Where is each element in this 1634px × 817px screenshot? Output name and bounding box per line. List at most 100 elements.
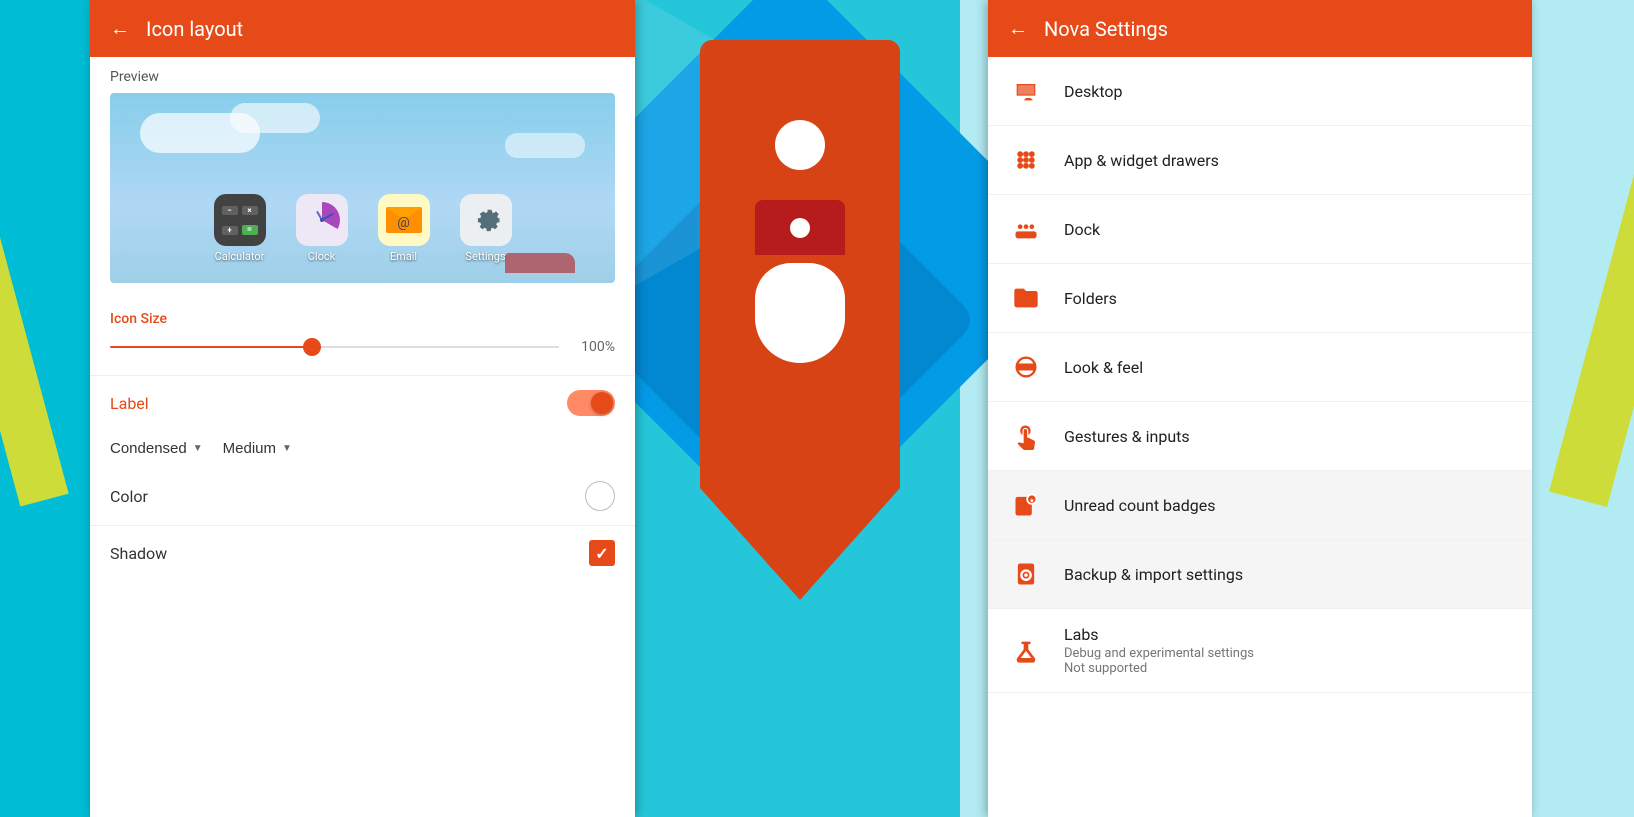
settings-item-folders[interactable]: Folders <box>988 264 1532 333</box>
color-label: Color <box>110 487 148 506</box>
gestures-text: Gestures & inputs <box>1064 427 1512 446</box>
nova-rect-bottom <box>755 263 845 363</box>
grid-icon <box>1008 142 1044 178</box>
settings-item-unread-badges[interactable]: ★ Unread count badges <box>988 471 1532 540</box>
gestures-icon <box>1008 418 1044 454</box>
calc-times: × <box>242 206 258 215</box>
dock-svg <box>1012 215 1040 243</box>
style-dropdown[interactable]: Condensed ▼ <box>110 436 203 461</box>
size-dropdown[interactable]: Medium ▼ <box>223 436 292 461</box>
right-panel: ← Nova Settings Desktop <box>988 0 1532 817</box>
look-svg <box>1012 353 1040 381</box>
backup-title: Backup & import settings <box>1064 565 1512 584</box>
settings-icon-box <box>460 194 512 246</box>
gestures-title: Gestures & inputs <box>1064 427 1512 446</box>
nova-logo-inner <box>755 120 845 363</box>
folders-title: Folders <box>1064 289 1512 308</box>
nova-back-button[interactable]: ← <box>1008 16 1028 41</box>
icon-layout-header: ← Icon layout <box>90 0 635 57</box>
nova-icon-body <box>755 200 845 363</box>
look-icon <box>1008 349 1044 385</box>
email-envelope: @ <box>386 207 422 233</box>
preview-icon-email: @ Email <box>378 194 430 263</box>
app-drawers-title: App & widget drawers <box>1064 151 1512 170</box>
back-button[interactable]: ← <box>110 16 130 41</box>
icon-layout-title: Icon layout <box>146 17 243 41</box>
look-feel-title: Look & feel <box>1064 358 1512 377</box>
preview-icon-clock: Clock <box>296 194 348 263</box>
clock-center <box>320 218 324 222</box>
gestures-svg <box>1012 422 1040 450</box>
unread-badges-text: Unread count badges <box>1064 496 1512 515</box>
dock-title: Dock <box>1064 220 1512 239</box>
cloud-2 <box>230 103 320 133</box>
labs-subtitle: Debug and experimental settingsNot suppo… <box>1064 646 1512 676</box>
clock-icon-box <box>296 194 348 246</box>
email-at-sign: @ <box>397 215 410 231</box>
unread-badges-title: Unread count badges <box>1064 496 1512 515</box>
nova-dot <box>790 218 810 238</box>
labs-icon <box>1008 633 1044 669</box>
nova-settings-title: Nova Settings <box>1044 17 1168 41</box>
style-dropdown-value: Condensed <box>110 440 187 457</box>
calc-plus: + <box>222 226 238 235</box>
toggle-thumb <box>591 392 613 414</box>
app-drawers-text: App & widget drawers <box>1064 151 1512 170</box>
desktop-text: Desktop <box>1064 82 1512 101</box>
shadow-label: Shadow <box>110 544 167 563</box>
labs-svg <box>1012 637 1040 665</box>
preview-icons-row: − × + = Calculator <box>110 194 615 263</box>
label-toggle-label: Label <box>110 394 149 413</box>
preview-area: − × + = Calculator <box>110 93 615 283</box>
left-panel: ← Icon layout Preview − × + = <box>90 0 635 817</box>
settings-item-gestures[interactable]: Gestures & inputs <box>988 402 1532 471</box>
email-icon-box: @ <box>378 194 430 246</box>
shadow-checkbox[interactable]: ✓ <box>589 540 615 566</box>
calc-minus: − <box>222 206 238 215</box>
labs-title: Labs <box>1064 625 1512 644</box>
checkmark-icon: ✓ <box>595 544 608 563</box>
label-toggle-row[interactable]: Label <box>90 380 635 426</box>
size-dropdown-arrow: ▼ <box>282 443 292 454</box>
dock-icon <box>1008 211 1044 247</box>
backup-icon <box>1008 556 1044 592</box>
preview-label: Preview <box>110 69 615 85</box>
shadow-row: Shadow ✓ <box>90 530 635 576</box>
desktop-icon <box>1008 73 1044 109</box>
desktop-title: Desktop <box>1064 82 1512 101</box>
cloud-3 <box>505 133 585 158</box>
badge-icon: ★ <box>1008 487 1044 523</box>
icon-size-title: Icon Size <box>110 311 615 327</box>
slider-thumb[interactable] <box>303 338 321 356</box>
dropdown-row: Condensed ▼ Medium ▼ <box>90 426 635 471</box>
settings-list: Desktop App & widget drawers <box>988 57 1532 817</box>
folders-svg <box>1012 284 1040 312</box>
settings-item-dock[interactable]: Dock <box>988 195 1532 264</box>
gear-svg <box>468 202 504 238</box>
labs-text: Labs Debug and experimental settingsNot … <box>1064 625 1512 676</box>
look-feel-text: Look & feel <box>1064 358 1512 377</box>
nova-rect-top <box>755 200 845 255</box>
folders-icon <box>1008 280 1044 316</box>
settings-item-labs[interactable]: Labs Debug and experimental settingsNot … <box>988 609 1532 693</box>
style-dropdown-arrow: ▼ <box>193 443 203 454</box>
email-label: Email <box>390 250 417 263</box>
label-toggle-switch[interactable] <box>567 390 615 416</box>
calculator-icon-box: − × + = <box>214 194 266 246</box>
preview-section: Preview − × + = Calculator <box>90 57 635 295</box>
icon-size-slider-container: 100% <box>110 339 615 355</box>
color-picker[interactable] <box>585 481 615 511</box>
calculator-label: Calculator <box>215 250 265 263</box>
settings-item-desktop[interactable]: Desktop <box>988 57 1532 126</box>
gear-shape <box>468 202 504 238</box>
badge-svg: ★ <box>1012 491 1040 519</box>
settings-item-backup[interactable]: Backup & import settings <box>988 540 1532 609</box>
settings-item-app-drawers[interactable]: App & widget drawers <box>988 126 1532 195</box>
calc-equals: = <box>242 225 258 235</box>
icon-size-value: 100% <box>575 339 615 355</box>
icon-size-track[interactable] <box>110 346 559 348</box>
icon-size-section: Icon Size 100% <box>90 295 635 371</box>
svg-text:★: ★ <box>1029 498 1034 505</box>
settings-item-look-feel[interactable]: Look & feel <box>988 333 1532 402</box>
preview-icon-settings: Settings <box>460 194 512 263</box>
